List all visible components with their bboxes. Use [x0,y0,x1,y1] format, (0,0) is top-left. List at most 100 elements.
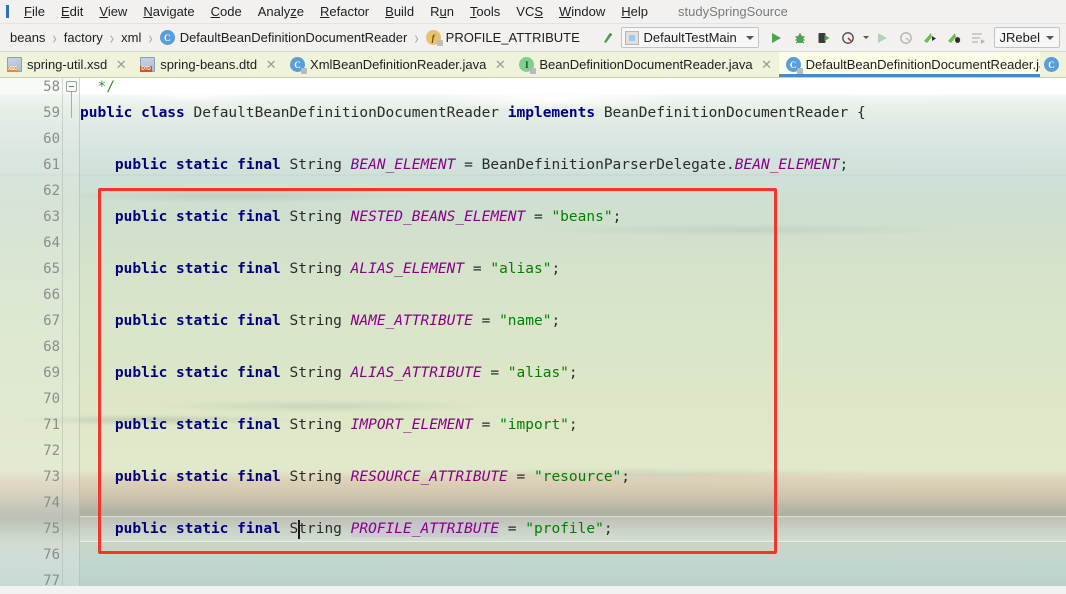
code-line: public static final String ALIAS_ELEMENT… [80,256,560,282]
breadcrumb-separator: › [414,27,419,48]
close-icon[interactable]: ✕ [115,57,127,73]
code-line: public static final String IMPORT_ELEMEN… [80,412,578,438]
editor-tabs: spring-util.xsd✕spring-beans.dtd✕CXmlBea… [0,52,1066,77]
menu-item-refactor[interactable]: Refactor [312,2,377,21]
code-editor[interactable]: 58 59 60 61 62 63 64 65 66 67 68 69 70 71 72 73 74 75 76 77… [0,78,1066,586]
code-token: String [289,469,351,485]
editor-tab-label: spring-beans.dtd [160,57,258,72]
menu-item-navigate[interactable]: Navigate [135,2,202,21]
code-token: public [114,417,177,433]
coverage-icon [818,32,830,43]
close-icon[interactable]: ✕ [494,57,506,73]
highlighted-identifier: PROFILE_ATTRIBUTE [350,521,500,537]
run-configuration-selector[interactable]: DefaultTestMain [620,27,759,48]
code-token: ; [551,261,561,277]
code-token: ALIAS_ATTRIBUTE [350,365,482,381]
update-project-button[interactable] [597,27,619,49]
line-number: 68 [43,339,60,355]
editor-tab-beandefinitiondocumentreader-java[interactable]: I BeanDefinitionDocumentReader.java ✕ [512,52,779,77]
editor-tab-label: spring-util.xsd [27,57,108,72]
code-token: public [114,313,177,329]
tab-overflow-sliver[interactable]: C [1040,52,1066,77]
java-interface-icon: I [519,57,537,74]
breadcrumb-separator: › [52,27,57,48]
code-token: "alias" [490,261,552,277]
debug-button[interactable] [789,27,811,49]
run-button[interactable] [765,27,787,49]
menu-item-code[interactable]: Code [203,2,250,21]
toolbar-actions: DefaultTestMain JRebel [597,27,1062,49]
jrebel-selector[interactable]: JRebel [993,27,1060,48]
code-token: final [237,261,290,277]
code-token: static [176,157,238,173]
class-icon: C [159,30,175,45]
code-token: final [237,157,290,173]
run-with-coverage-button[interactable] [813,27,835,49]
code-token: = [472,313,500,329]
code-token: public [114,209,177,225]
breadcrumb-item-factory[interactable]: factory [62,29,105,46]
code-token: RESOURCE_ATTRIBUTE [350,469,508,485]
menu-item-tools[interactable]: Tools [462,2,508,21]
menu-item-window[interactable]: Window [551,2,613,21]
menu-item-file[interactable]: File [16,2,53,21]
code-token: = [525,209,552,225]
line-number: 62 [43,183,60,199]
code-token: ; [603,521,613,537]
line-number: 67 [43,313,60,329]
menu-item-analyze[interactable]: Analyze [250,2,312,21]
menu-item-run[interactable]: Run [422,2,462,21]
text-caret [298,520,300,539]
code-token: ; [551,313,561,329]
attach-profiler-button[interactable] [895,27,917,49]
bug-icon [794,32,805,43]
code-content[interactable]: */ public class DefaultBeanDefinitionDocu… [80,78,1066,586]
profiler-dropdown-chevron-icon[interactable] [862,36,869,39]
code-token: static [176,313,238,329]
code-token: BEAN_ELEMENT [734,157,840,173]
jrebel-run-button[interactable] [919,27,941,49]
code-token: static [176,521,238,537]
breadcrumb-item-profile-attribute[interactable]: f PROFILE_ATTRIBUTE [424,29,582,46]
profiler-button[interactable] [837,27,859,49]
code-fold-marker-icon[interactable] [66,81,77,92]
code-token: static [176,365,238,381]
menu-item-help[interactable]: Help [613,2,656,21]
window-system-marker [6,5,9,18]
chevron-down-icon [745,35,754,40]
close-icon[interactable]: ✕ [761,57,773,73]
editor-tab-bar: spring-util.xsd✕spring-beans.dtd✕CXmlBea… [0,52,1066,78]
editor-tab-spring-util-xsd[interactable]: spring-util.xsd ✕ [0,52,134,77]
code-line: */ [80,78,114,100]
java-class-icon: C [785,57,803,74]
breadcrumb-item-xml[interactable]: xml [119,29,143,46]
line-number: 58 [43,79,60,95]
jrebel-debug-button[interactable] [943,27,965,49]
breadcrumb-separator: › [109,27,115,48]
code-token: NAME_ATTRIBUTE [350,313,473,329]
menu-item-view[interactable]: View [91,2,135,21]
editor-tab-spring-beans-dtd[interactable]: spring-beans.dtd ✕ [133,52,284,77]
code-token: = [464,261,491,277]
code-token: ; [568,365,578,381]
close-icon[interactable]: ✕ [265,57,277,73]
menu-item-vcs[interactable]: VCS [508,2,551,21]
editor-tab-defaultbeandefinitiondocumentreader-java[interactable]: C DefaultBeanDefinitionDocumentReader.jav… [778,52,1066,77]
run-config-icon [624,30,639,45]
breadcrumb-item-defaultbeandefinitiondocumentreader[interactable]: C DefaultBeanDefinitionDocumentReader [158,29,410,46]
line-number: 60 [43,131,60,147]
code-token: static [176,417,238,433]
code-token: "resource" [533,469,622,485]
line-number: 75 [43,521,60,537]
breadcrumb-item-beans[interactable]: beans [8,29,47,46]
jrebel-deploy-button[interactable] [967,27,989,49]
menu-item-build[interactable]: Build [377,2,422,21]
rerun-button[interactable] [871,27,893,49]
menu-item-edit[interactable]: Edit [53,2,91,21]
editor-tab-xmlbeandefinitionreader-java[interactable]: C XmlBeanDefinitionReader.java ✕ [283,52,513,77]
java-class-icon: C [290,57,308,74]
